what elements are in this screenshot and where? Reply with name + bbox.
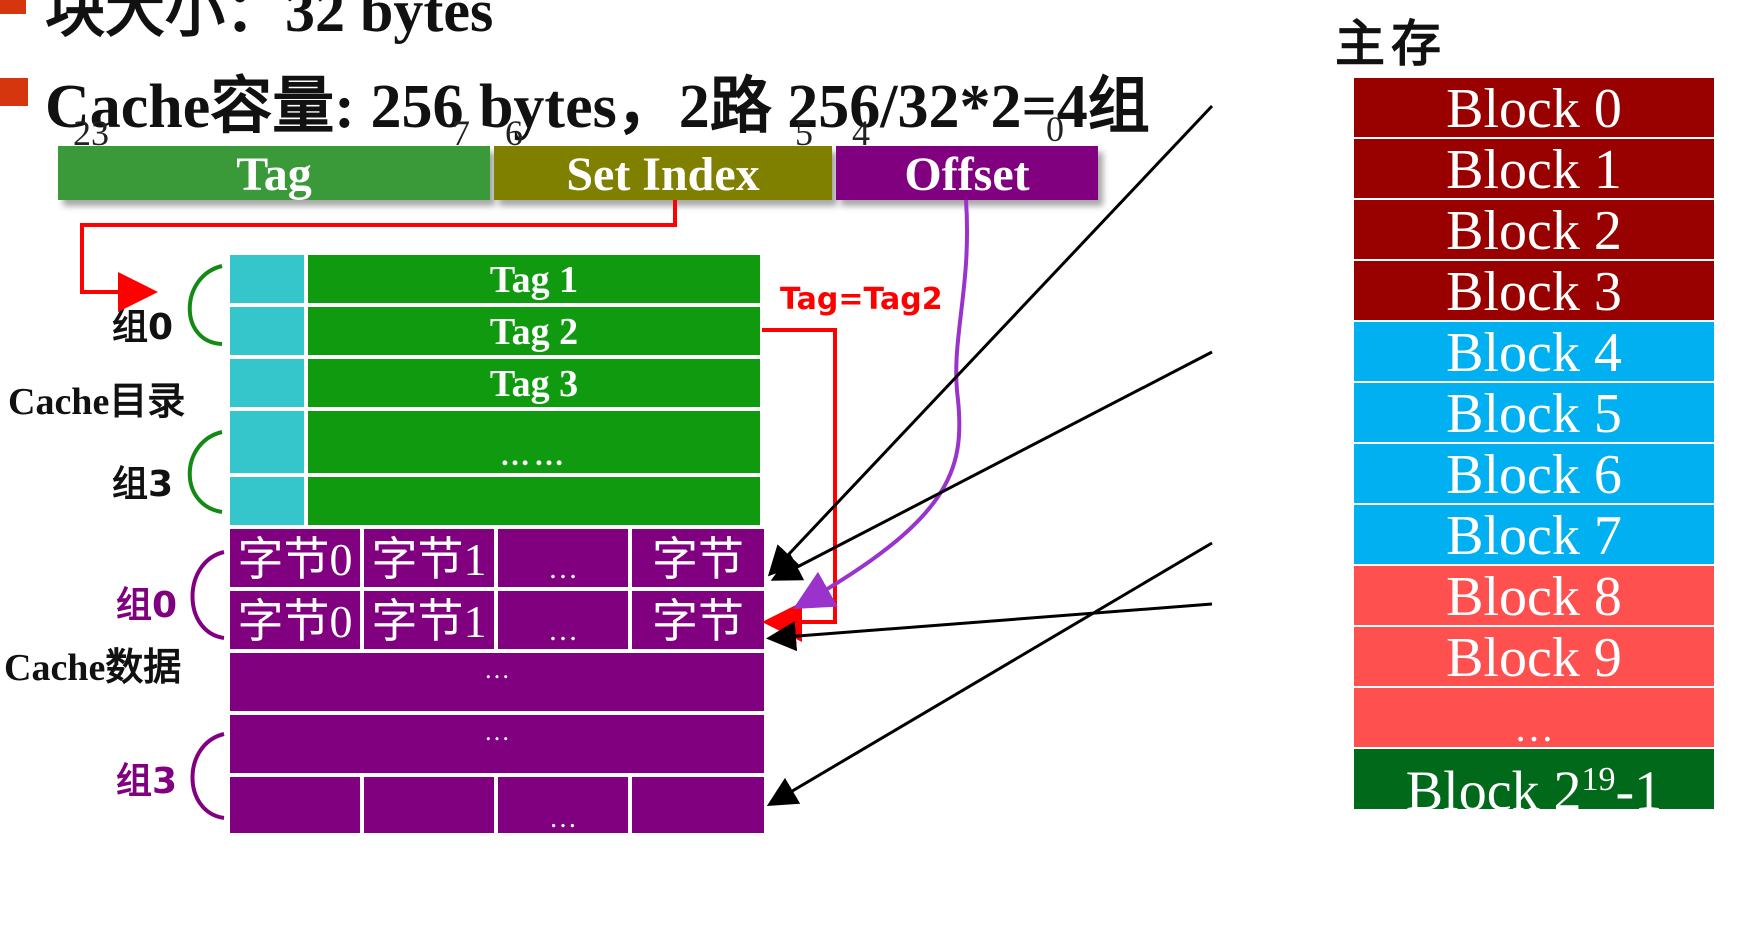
data-group3-bracket <box>190 732 225 820</box>
offset-to-byte-arrow <box>793 199 970 609</box>
block0-map-arrow <box>767 104 1214 577</box>
block4-map-arrow <box>770 350 1213 581</box>
connector-layer <box>80 104 1214 820</box>
index-to-set-arrow <box>80 200 677 312</box>
dir-group0-bracket <box>187 264 223 346</box>
dir-group3-bracket <box>187 430 223 514</box>
tag-match-arrow <box>762 328 837 642</box>
block8-map-arrow <box>766 602 1213 652</box>
data-group0-bracket <box>190 550 225 640</box>
